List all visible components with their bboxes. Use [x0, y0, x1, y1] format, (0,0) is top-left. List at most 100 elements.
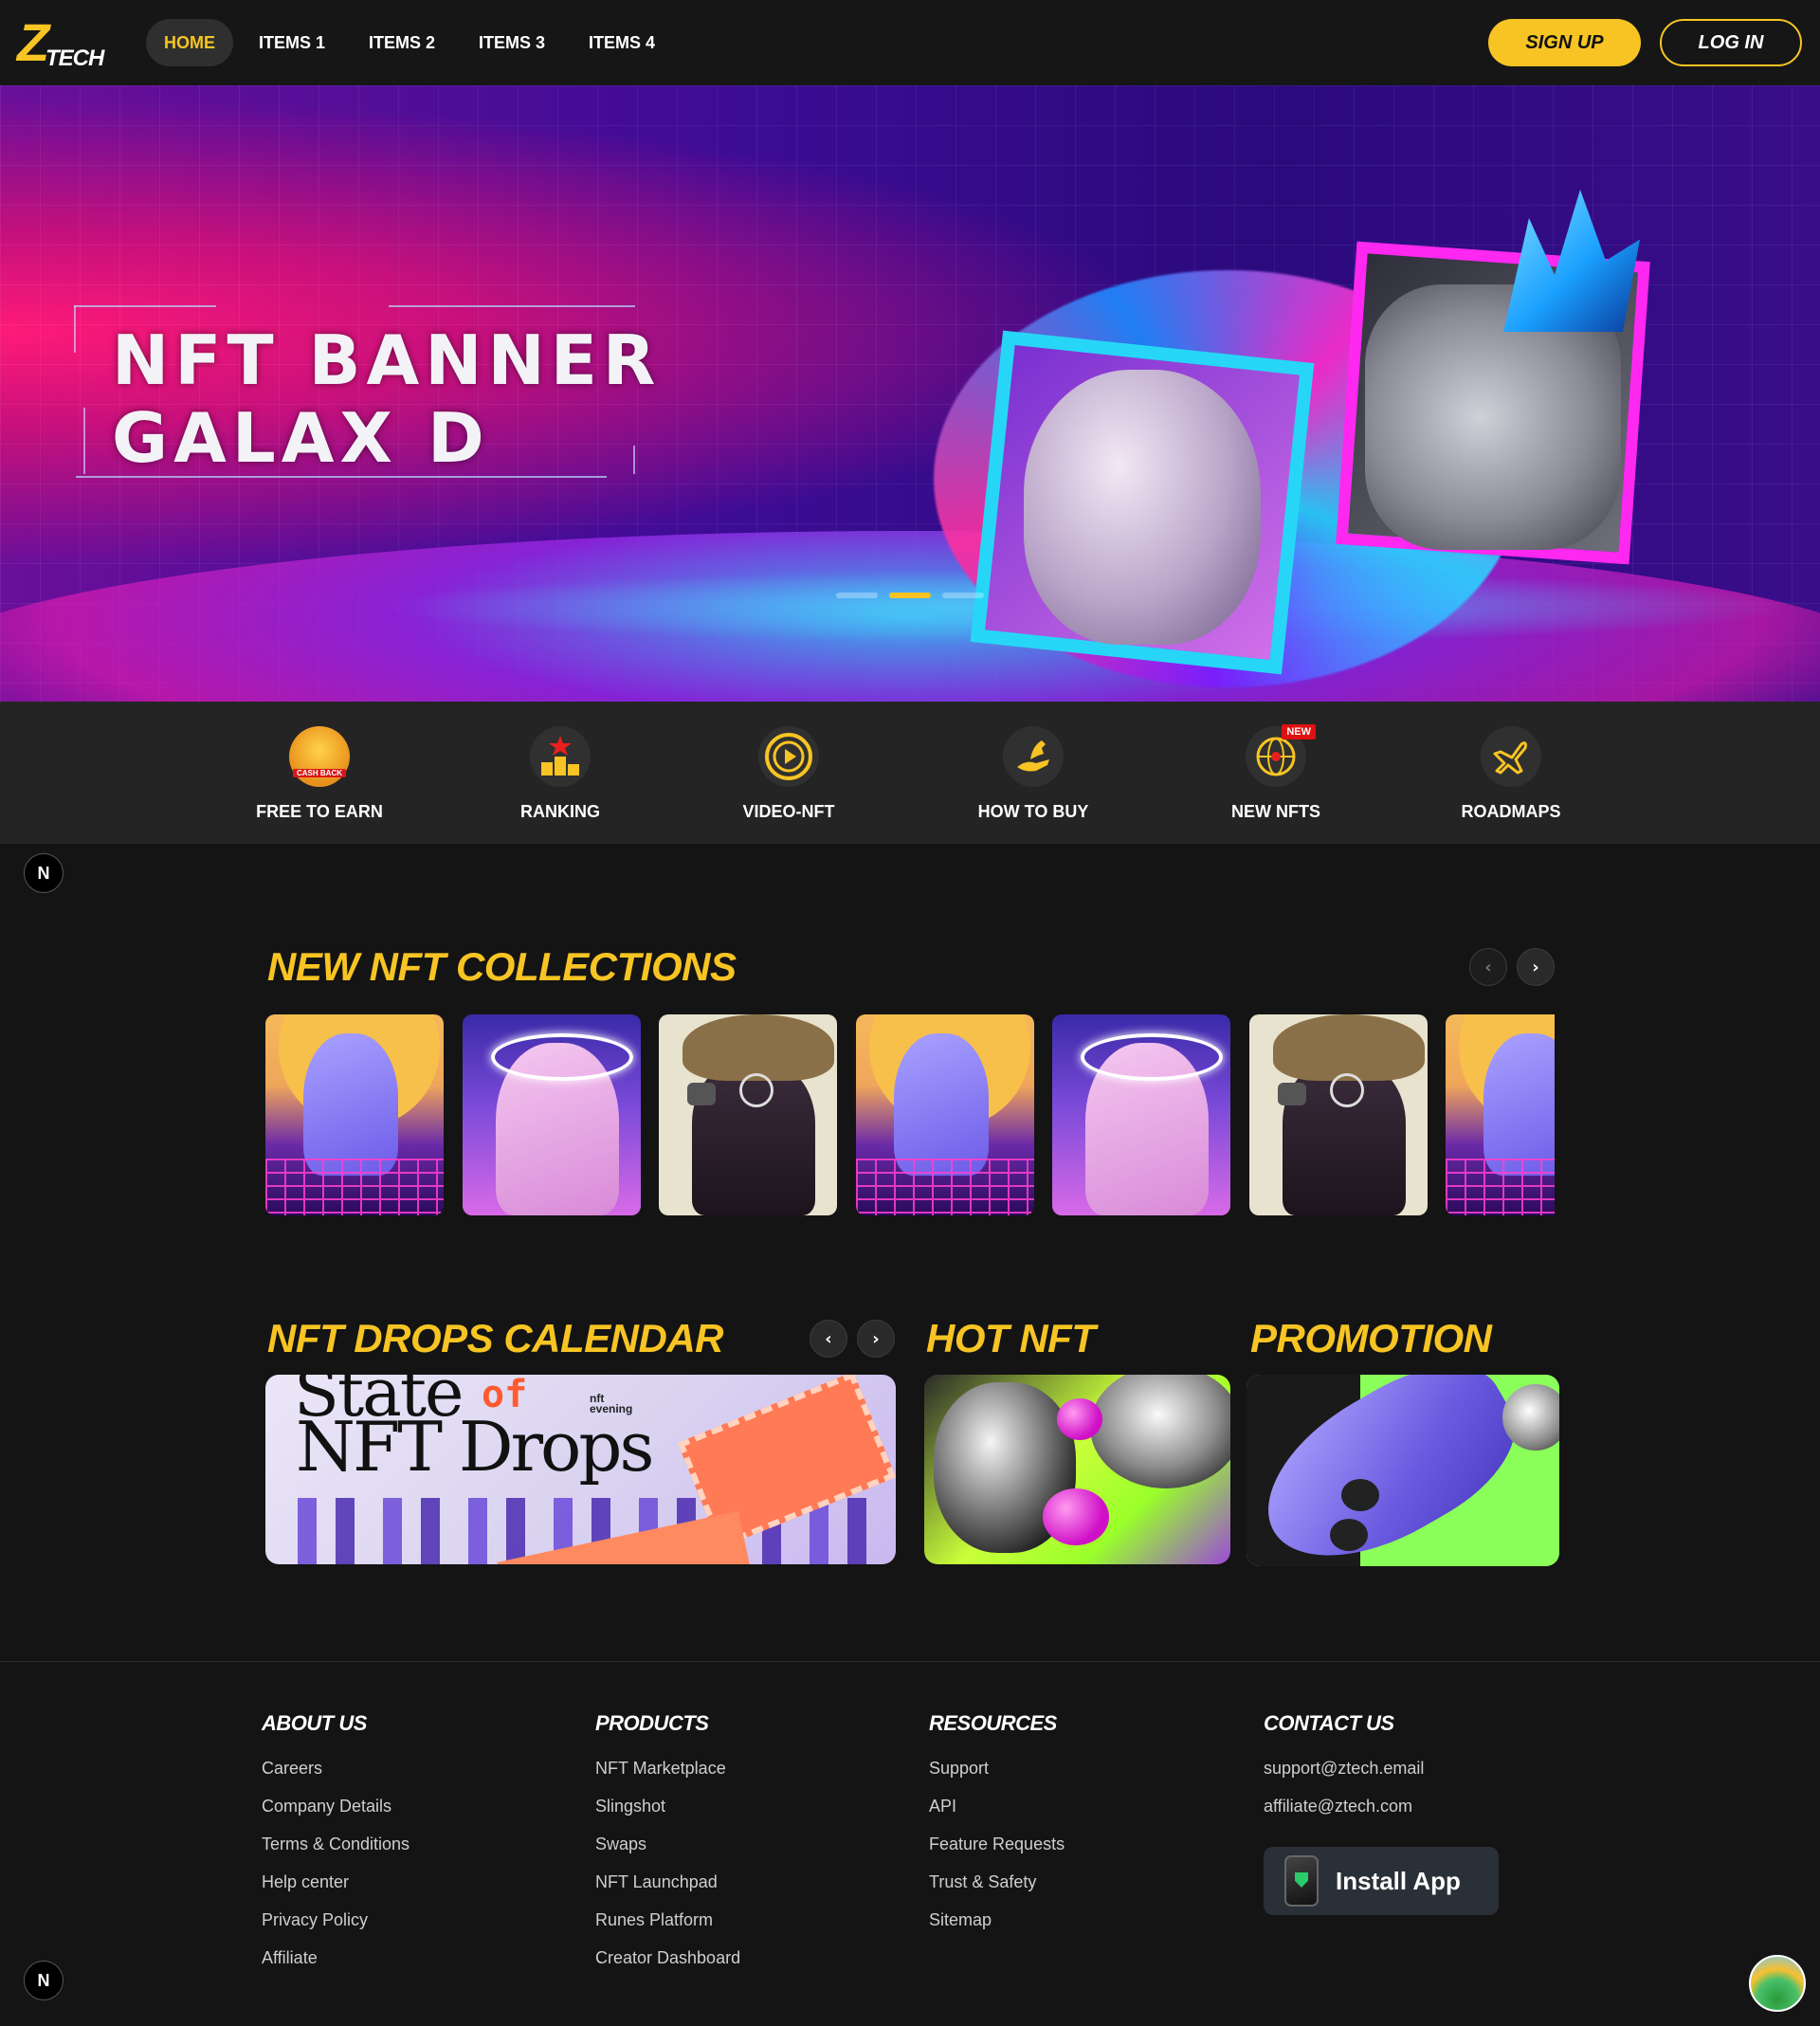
- category-label: RANKING: [520, 802, 600, 821]
- collection-card[interactable]: [463, 1014, 641, 1215]
- collections-carousel: [265, 1014, 1555, 1215]
- horse-hand-icon: [1003, 726, 1064, 787]
- footer-link-creator-dashboard[interactable]: Creator Dashboard: [595, 1946, 740, 1984]
- banner-statue-head: [1024, 370, 1261, 645]
- category-new-nfts[interactable]: NEW NEW NFTS: [1191, 724, 1361, 822]
- floating-n-button-bottom[interactable]: N: [24, 1961, 64, 2000]
- nav-items-2[interactable]: ITEMS 2: [351, 19, 453, 66]
- banner-pagination: [0, 593, 1820, 598]
- category-how-to-buy[interactable]: HOW TO BUY: [948, 726, 1119, 822]
- nav-items-3[interactable]: ITEMS 3: [461, 19, 563, 66]
- footer-link-runes-platform[interactable]: Runes Platform: [595, 1908, 740, 1946]
- footer-link-swaps[interactable]: Swaps: [595, 1833, 740, 1871]
- category-free-to-earn[interactable]: CASH BACK FREE TO EARN: [234, 726, 405, 822]
- cashback-label: CASH BACK: [293, 769, 346, 777]
- banner-title-line-2: GALAX D: [112, 398, 490, 478]
- sign-up-button[interactable]: SIGN UP: [1488, 19, 1641, 66]
- footer-heading: CONTACT US: [1264, 1711, 1394, 1735]
- footer-link-nft-marketplace[interactable]: NFT Marketplace: [595, 1757, 740, 1795]
- footer-divider: [0, 1661, 1820, 1662]
- title-frame-line: [74, 305, 216, 307]
- collections-prev-button[interactable]: ‹: [1469, 948, 1507, 986]
- title-frame-corner: [633, 446, 635, 474]
- collections-title: NEW NFT COLLECTIONS: [267, 944, 737, 989]
- footer-link-feature-requests[interactable]: Feature Requests: [929, 1833, 1065, 1871]
- footer-link-careers[interactable]: Careers: [262, 1757, 410, 1795]
- nav-items-4[interactable]: ITEMS 4: [571, 19, 673, 66]
- chat-globe-icon[interactable]: [1749, 1955, 1806, 2012]
- category-label: HOW TO BUY: [977, 802, 1089, 821]
- promo-rocket-port: [1330, 1519, 1368, 1551]
- footer-heading: ABOUT US: [262, 1711, 367, 1735]
- footer-link-help-center[interactable]: Help center: [262, 1871, 410, 1908]
- globe-target-icon: NEW: [1246, 724, 1316, 787]
- footer-contact-us: CONTACT US support@ztech.email affiliate…: [1264, 1711, 1424, 1833]
- footer-link-trust-safety[interactable]: Trust & Safety: [929, 1871, 1065, 1908]
- title-frame-line: [389, 305, 635, 307]
- cashback-coin-icon: CASH BACK: [289, 726, 350, 787]
- hero-banner[interactable]: NFT BANNER GALAX D: [0, 85, 1820, 702]
- promo-rocket-port: [1341, 1479, 1379, 1511]
- category-roadmaps[interactable]: ROADMAPS: [1426, 726, 1596, 822]
- footer-heading: PRODUCTS: [595, 1711, 709, 1735]
- category-label: ROADMAPS: [1461, 802, 1561, 821]
- banner-dot-3[interactable]: [942, 593, 984, 598]
- footer-link-privacy[interactable]: Privacy Policy: [262, 1908, 410, 1946]
- new-badge: NEW: [1282, 724, 1316, 739]
- hot-nft-title: HOT NFT: [926, 1316, 1096, 1360]
- banner-dot-1[interactable]: [836, 593, 878, 598]
- ztech-logo[interactable]: Z TECH: [17, 16, 107, 72]
- title-frame-corner: [83, 408, 85, 474]
- promotion-title: PROMOTION: [1250, 1316, 1492, 1360]
- footer-link-affiliate-email[interactable]: affiliate@ztech.com: [1264, 1795, 1424, 1833]
- heart-balloon-art: [1057, 1398, 1102, 1440]
- hot-nft-card[interactable]: [924, 1375, 1230, 1564]
- floating-n-button[interactable]: N: [24, 853, 64, 893]
- category-label: NEW NFTS: [1231, 802, 1320, 821]
- collection-card[interactable]: [265, 1014, 444, 1215]
- chevron-left-icon: ‹: [1484, 957, 1492, 977]
- banner-title-line-1: NFT BANNER: [112, 320, 662, 400]
- drops-prev-button[interactable]: ‹: [810, 1320, 847, 1358]
- footer-resources: RESOURCES Support API Feature Requests T…: [929, 1711, 1065, 1946]
- install-app-button[interactable]: Install App: [1264, 1847, 1499, 1915]
- collections-next-button[interactable]: ›: [1517, 948, 1555, 986]
- category-label: VIDEO-NFT: [742, 802, 835, 821]
- banner-dot-2[interactable]: [889, 593, 931, 598]
- collection-card[interactable]: [659, 1014, 837, 1215]
- category-label: FREE TO EARN: [256, 802, 383, 821]
- footer-about-us: ABOUT US Careers Company Details Terms &…: [262, 1711, 410, 1984]
- category-ranking[interactable]: RANKING: [475, 726, 646, 822]
- footer-link-api[interactable]: API: [929, 1795, 1065, 1833]
- heart-balloon-art: [1043, 1488, 1109, 1545]
- footer-link-company-details[interactable]: Company Details: [262, 1795, 410, 1833]
- collection-card[interactable]: [1052, 1014, 1230, 1215]
- footer-link-sitemap[interactable]: Sitemap: [929, 1908, 1065, 1946]
- category-video-nft[interactable]: VIDEO-NFT: [703, 726, 874, 822]
- footer-link-nft-launchpad[interactable]: NFT Launchpad: [595, 1871, 740, 1908]
- footer-link-affiliate[interactable]: Affiliate: [262, 1946, 410, 1984]
- nav-items-1[interactable]: ITEMS 1: [241, 19, 343, 66]
- nft-drops-card[interactable]: State of nft evening NFT Drops: [265, 1375, 896, 1564]
- play-circle-icon: [758, 726, 819, 787]
- main-nav: HOME ITEMS 1 ITEMS 2 ITEMS 3 ITEMS 4: [146, 19, 673, 66]
- chrome-frog-art: [1090, 1375, 1230, 1488]
- footer-link-support[interactable]: Support: [929, 1757, 1065, 1795]
- chevron-right-icon: ›: [1532, 957, 1539, 977]
- collection-card[interactable]: [856, 1014, 1034, 1215]
- promotion-card[interactable]: [1247, 1375, 1559, 1566]
- chevron-right-icon: ›: [872, 1328, 880, 1349]
- drops-next-button[interactable]: ›: [857, 1320, 895, 1358]
- chevron-left-icon: ‹: [825, 1328, 832, 1349]
- nav-home[interactable]: HOME: [146, 19, 233, 66]
- collection-card[interactable]: [1249, 1014, 1428, 1215]
- footer-products: PRODUCTS NFT Marketplace Slingshot Swaps…: [595, 1711, 740, 1984]
- log-in-button[interactable]: LOG IN: [1660, 19, 1802, 66]
- footer-link-slingshot[interactable]: Slingshot: [595, 1795, 740, 1833]
- top-nav-bar: Z TECH HOME ITEMS 1 ITEMS 2 ITEMS 3 ITEM…: [0, 0, 1820, 85]
- footer-link-terms[interactable]: Terms & Conditions: [262, 1833, 410, 1871]
- drops-image-text-nft-drops: NFT Drops: [296, 1407, 654, 1487]
- collection-card[interactable]: [1446, 1014, 1555, 1215]
- drops-title: NFT DROPS CALENDAR: [267, 1316, 724, 1360]
- footer-link-support-email[interactable]: support@ztech.email: [1264, 1757, 1424, 1795]
